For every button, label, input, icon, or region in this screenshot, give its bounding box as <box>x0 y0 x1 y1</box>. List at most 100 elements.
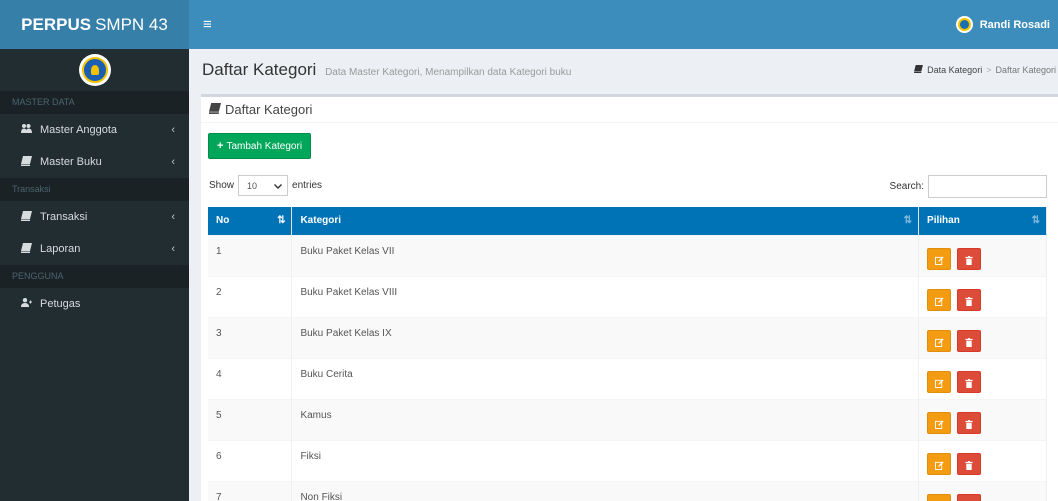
edit-button[interactable] <box>927 370 952 393</box>
sort-asc-icon: ⇅ <box>277 215 286 226</box>
entries-label: entries <box>292 180 323 191</box>
sidebar-header-pengguna: PENGGUNA <box>0 265 189 288</box>
sidebar-header-master-data: MASTER DATA <box>0 91 189 114</box>
cell-no: 1 <box>208 234 293 276</box>
cell-no: 7 <box>208 480 293 501</box>
chevron-down-icon <box>274 181 283 191</box>
column-header-kategori[interactable]: Kategori ⇅ <box>291 207 920 235</box>
entries-value: 10 <box>247 180 258 191</box>
sidebar-header-transaksi: Transaksi <box>0 178 189 201</box>
table-row: 4 Buku Cerita <box>208 357 1047 399</box>
cell-actions <box>918 316 1047 358</box>
app-logo[interactable]: PERPUS SMPN 43 <box>0 0 189 49</box>
box-title-text: Daftar Kategori <box>225 102 313 117</box>
column-label: Pilihan <box>927 215 960 227</box>
show-label: Show <box>209 180 235 191</box>
trash-icon <box>965 378 973 388</box>
delete-button[interactable] <box>957 247 982 270</box>
kategori-table: No ⇅ Kategori ⇅ Pilihan ⇅ 1 Buku Paket Ke… <box>208 207 1047 501</box>
edit-button[interactable] <box>927 493 952 501</box>
delete-button[interactable] <box>957 329 982 352</box>
trash-icon <box>965 296 973 306</box>
delete-button[interactable] <box>957 493 982 501</box>
table-row: 7 Non Fiksi <box>208 480 1047 501</box>
logo-bold-text: PERPUS <box>21 14 92 34</box>
edit-button[interactable] <box>927 452 952 475</box>
cell-actions <box>918 357 1047 399</box>
sidebar-item-transaksi[interactable]: Transaksi ‹ <box>0 201 189 233</box>
edit-icon <box>934 256 944 265</box>
page-title: Daftar Kategori Data Master Kategori, Me… <box>202 60 571 80</box>
avatar <box>955 16 973 33</box>
cell-kategori: Buku Paket Kelas VIII <box>291 275 920 317</box>
kategori-box: Daftar Kategori + Tambah Kategori Show 1… <box>201 94 1058 501</box>
sidebar-item-label: Master Anggota <box>40 124 118 136</box>
breadcrumb-separator: > <box>986 65 992 75</box>
table-row: 5 Kamus <box>208 398 1047 440</box>
cell-kategori: Kamus <box>291 398 920 440</box>
cell-kategori: Buku Paket Kelas IX <box>291 316 920 358</box>
add-category-button[interactable]: + Tambah Kategori <box>208 133 312 159</box>
trash-icon <box>965 255 973 265</box>
trash-icon <box>965 460 973 470</box>
chevron-left-icon: ‹ <box>171 124 175 136</box>
sidebar-item-label: Laporan <box>40 243 81 255</box>
column-header-pilihan[interactable]: Pilihan ⇅ <box>918 207 1047 235</box>
entries-select[interactable]: 10 <box>238 175 289 196</box>
content-header: Daftar Kategori Data Master Kategori, Me… <box>189 49 1058 91</box>
edit-button[interactable] <box>927 329 952 352</box>
edit-icon <box>934 379 944 388</box>
table-row: 2 Buku Paket Kelas VIII <box>208 275 1047 317</box>
table-search: Search: <box>890 175 1047 198</box>
add-category-label: Tambah Kategori <box>226 140 303 152</box>
table-row: 3 Buku Paket Kelas IX <box>208 316 1047 358</box>
breadcrumb-current: Daftar Kategori <box>995 65 1056 75</box>
cell-kategori: Fiksi <box>291 439 920 481</box>
cell-kategori: Buku Cerita <box>291 357 920 399</box>
delete-button[interactable] <box>957 370 982 393</box>
table-row: 6 Fiksi <box>208 439 1047 481</box>
chevron-left-icon: ‹ <box>171 243 175 255</box>
sidebar-toggle-icon[interactable]: ≡ <box>189 16 226 33</box>
sort-icon: ⇅ <box>903 215 913 226</box>
delete-button[interactable] <box>957 452 982 475</box>
cell-no: 2 <box>208 275 293 317</box>
sidebar-item-label: Petugas <box>40 298 81 310</box>
breadcrumb: Data Kategori > Daftar Kategori <box>914 65 1058 75</box>
column-label: No <box>216 215 230 227</box>
top-navbar: ≡ Randi Rosadi <box>189 0 1058 49</box>
chevron-left-icon: ‹ <box>171 211 175 223</box>
delete-button[interactable] <box>957 411 982 434</box>
sidebar-item-laporan[interactable]: Laporan ‹ <box>0 233 189 265</box>
chevron-left-icon: ‹ <box>171 156 175 168</box>
edit-button[interactable] <box>927 411 952 434</box>
sidebar-item-label: Master Buku <box>40 156 102 168</box>
edit-icon <box>934 297 944 306</box>
user-menu[interactable]: Randi Rosadi <box>955 16 1058 33</box>
cell-no: 6 <box>208 439 293 481</box>
sidebar-item-petugas[interactable]: Petugas <box>0 288 189 320</box>
cell-actions <box>918 234 1047 276</box>
book-icon <box>914 65 924 75</box>
edit-button[interactable] <box>927 247 952 270</box>
delete-button[interactable] <box>957 288 982 311</box>
cell-no: 3 <box>208 316 293 358</box>
sidebar-item-master-anggota[interactable]: Master Anggota ‹ <box>0 114 189 146</box>
search-input[interactable] <box>928 175 1047 198</box>
cell-no: 5 <box>208 398 293 440</box>
user-name: Randi Rosadi <box>979 18 1050 31</box>
logo-text: SMPN 43 <box>95 14 168 34</box>
user-plus-icon <box>21 298 32 310</box>
cell-kategori: Non Fiksi <box>291 480 920 501</box>
search-label: Search: <box>889 181 924 192</box>
column-header-no[interactable]: No ⇅ <box>208 207 293 235</box>
trash-icon <box>965 419 973 429</box>
edit-icon <box>934 461 944 470</box>
breadcrumb-link-data-kategori[interactable]: Data Kategori <box>927 65 982 75</box>
edit-button[interactable] <box>927 288 952 311</box>
edit-icon <box>934 420 944 429</box>
sidebar-item-master-buku[interactable]: Master Buku ‹ <box>0 146 189 178</box>
cell-no: 4 <box>208 357 293 399</box>
sort-icon: ⇅ <box>1031 215 1040 226</box>
table-row: 1 Buku Paket Kelas VII <box>208 234 1047 276</box>
